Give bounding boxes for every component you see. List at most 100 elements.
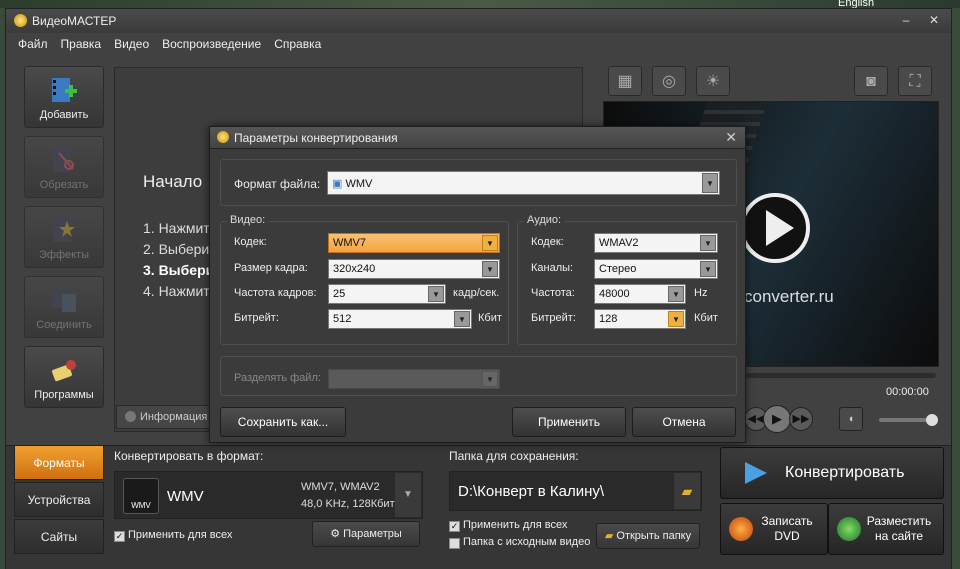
sidebar-effects-button[interactable]: Эффекты — [24, 206, 104, 268]
burn-dvd-line1: Записать — [761, 514, 813, 528]
chevron-down-icon[interactable]: ▼ — [395, 473, 421, 517]
minimize-icon[interactable]: – — [893, 11, 919, 29]
video-bitrate-label: Битрейт: — [234, 312, 279, 324]
menu-edit[interactable]: Правка — [61, 34, 102, 54]
progress-bar[interactable] — [746, 373, 936, 378]
volume-icon[interactable]: ◖ — [839, 407, 863, 431]
fullscreen-icon[interactable]: ⛶ — [898, 66, 932, 96]
fps-value: 25 — [333, 288, 346, 300]
step-3: 3. Выбери — [143, 262, 215, 278]
chevron-down-icon[interactable]: ▼ — [668, 311, 684, 327]
audio-codec-select[interactable]: WMAV2 ▼ — [594, 233, 718, 253]
close-icon[interactable]: ✕ — [725, 129, 737, 146]
tab-formats[interactable]: Форматы — [14, 445, 104, 480]
format-selector[interactable]: WMV WMV WMV7, WMAV2 48,0 KHz, 128Кбит ▼ — [114, 471, 423, 519]
close-window-icon[interactable]: ✕ — [921, 11, 947, 29]
burn-dvd-line2: DVD — [774, 529, 800, 543]
dialog-title: Параметры конвертирования — [234, 131, 398, 145]
checkbox-unchecked-icon[interactable]: ✓ — [449, 538, 460, 549]
frequency-select[interactable]: 48000 ▼ — [594, 284, 686, 304]
effects-icon — [53, 218, 75, 242]
file-format-select[interactable]: ▣ WMV ▼ — [327, 171, 720, 195]
stabilize-icon[interactable]: ◎ — [652, 66, 686, 96]
fps-select[interactable]: 25 ▼ — [328, 284, 446, 304]
params-label: Параметры — [343, 528, 402, 540]
crop-icon[interactable]: ▦ — [608, 66, 642, 96]
chevron-down-icon[interactable]: ▼ — [482, 235, 498, 251]
folder-icon: ▰ — [604, 530, 617, 542]
menu-file[interactable]: Файл — [18, 34, 48, 54]
chevron-down-icon[interactable]: ▼ — [700, 235, 716, 251]
menu-video[interactable]: Видео — [114, 34, 149, 54]
chevron-down-icon[interactable]: ▼ — [454, 311, 470, 327]
dialog-logo-icon — [217, 131, 229, 143]
apply-all-checkbox[interactable]: ✓ Применить для всех — [114, 529, 232, 542]
tab-devices[interactable]: Устройства — [14, 482, 104, 517]
frequency-unit: Hz — [694, 287, 708, 299]
checkbox-checked-icon[interactable]: ✓ — [449, 521, 460, 532]
chevron-down-icon[interactable]: ▼ — [700, 261, 716, 277]
volume-handle[interactable] — [926, 414, 938, 426]
split-file-label: Разделять файл: — [234, 372, 321, 384]
folder-apply-all-checkbox[interactable]: ✓ Применить для всех — [449, 519, 567, 532]
file-format-value: WMV — [345, 178, 373, 190]
params-button[interactable]: ⚙ Параметры — [312, 521, 420, 547]
sidebar: Добавить Обрезать Эффекты Соединить Прог… — [24, 66, 104, 416]
chevron-down-icon[interactable]: ▼ — [702, 173, 718, 193]
video-codec-select[interactable]: WMV7 ▼ — [328, 233, 500, 253]
split-file-select[interactable]: ▼ — [328, 369, 500, 389]
chevron-down-icon[interactable]: ▼ — [482, 261, 498, 277]
play-overlay-icon[interactable] — [740, 193, 810, 263]
format-name: WMV — [167, 488, 204, 505]
wmv-format-icon: WMV — [123, 478, 159, 514]
tab-sites[interactable]: Сайты — [14, 519, 104, 554]
checkbox-checked-icon[interactable]: ✓ — [114, 531, 125, 542]
menu-playback[interactable]: Воспроизведение — [162, 34, 261, 54]
frame-size-select[interactable]: 320x240 ▼ — [328, 259, 500, 279]
apply-button[interactable]: Применить — [512, 407, 626, 437]
volume-slider[interactable] — [879, 414, 938, 426]
apply-all-label: Применить для всех — [128, 529, 233, 541]
sidebar-join-button[interactable]: Соединить — [24, 276, 104, 338]
open-folder-button[interactable]: ▰ Открыть папку — [596, 523, 700, 549]
info-icon — [125, 411, 136, 422]
globe-icon — [837, 517, 861, 541]
chevron-down-icon[interactable]: ▼ — [668, 286, 684, 302]
audio-codec-label: Кодек: — [531, 236, 564, 248]
video-bitrate-select[interactable]: 512 ▼ — [328, 309, 472, 329]
info-tab[interactable]: Информация — [116, 405, 218, 429]
sidebar-trim-button[interactable]: Обрезать — [24, 136, 104, 198]
burn-dvd-button[interactable]: Записать DVD — [720, 503, 828, 555]
forward-icon[interactable]: ▶▶ — [789, 407, 813, 431]
save-as-button[interactable]: Сохранить как... — [220, 407, 346, 437]
channels-label: Каналы: — [531, 262, 574, 274]
frame-size-value: 320x240 — [333, 263, 376, 275]
folder-browse-icon[interactable]: ▰ — [674, 473, 700, 509]
sidebar-add-button[interactable]: Добавить — [24, 66, 104, 128]
dialog-title-bar: Параметры конвертирования ✕ — [210, 127, 745, 149]
video-file-icon: ▣ — [332, 178, 346, 190]
sidebar-programs-button[interactable]: Программы — [24, 346, 104, 408]
frequency-value: 48000 — [599, 288, 630, 300]
folder-apply-all-label: Применить для всех — [463, 519, 568, 531]
audio-bitrate-value: 128 — [599, 313, 618, 325]
sidebar-item-label: Обрезать — [39, 179, 89, 191]
menu-help[interactable]: Справка — [274, 34, 321, 54]
open-folder-label: Открыть папку — [616, 530, 692, 542]
publish-line1: Разместить — [866, 514, 932, 528]
convert-button[interactable]: Конвертировать — [720, 447, 944, 499]
channels-select[interactable]: Стерео ▼ — [594, 259, 718, 279]
source-folder-checkbox[interactable]: ✓Папка с исходным видео — [449, 536, 590, 549]
brightness-icon[interactable]: ☀ — [696, 66, 730, 96]
save-path-field[interactable]: D:\Конверт в Калину\ ▰ — [449, 471, 702, 511]
publish-button[interactable]: Разместить на сайте — [828, 503, 944, 555]
snapshot-icon[interactable]: ◙ — [854, 66, 888, 96]
chevron-down-icon[interactable]: ▼ — [482, 371, 498, 387]
play-button-icon[interactable]: ▶ — [763, 405, 791, 433]
info-tab-label: Информация — [140, 411, 208, 423]
chevron-down-icon[interactable]: ▼ — [428, 286, 444, 302]
cancel-button[interactable]: Отмена — [632, 407, 736, 437]
sidebar-item-label: Соединить — [36, 319, 92, 331]
save-folder-label: Папка для сохранения: — [449, 449, 579, 463]
audio-bitrate-select[interactable]: 128 ▼ — [594, 309, 686, 329]
